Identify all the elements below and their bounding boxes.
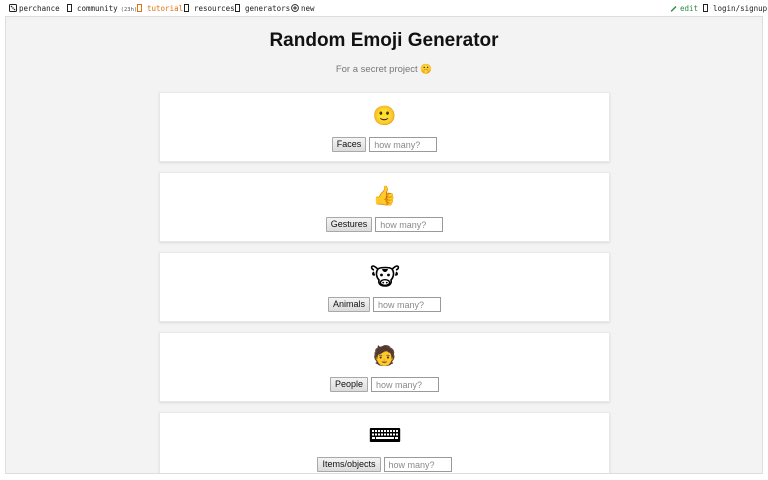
- emoji-card-people: 🧑 People: [159, 332, 610, 402]
- generator-output-frame: Random Emoji Generator For a secret proj…: [5, 16, 763, 474]
- keyboard-emoji-icon: [369, 425, 401, 447]
- emoji-controls-people: People: [160, 377, 609, 393]
- nav-resources-label: resources: [194, 4, 235, 13]
- nav-community-label: community: [77, 4, 118, 13]
- person-emoji-icon: 🧑: [372, 345, 397, 367]
- user-icon: [703, 4, 710, 12]
- top-nav-bar: perchance community (23h) tutorial resour…: [0, 0, 768, 16]
- gestures-generate-button[interactable]: Gestures: [325, 217, 373, 232]
- animals-count-input[interactable]: [373, 297, 441, 312]
- nav-edit-label: edit: [680, 4, 699, 13]
- emoji-output-people: 🧑: [160, 344, 609, 368]
- people-count-input[interactable]: [371, 377, 440, 392]
- animals-generate-button[interactable]: Animals: [327, 297, 370, 312]
- emoji-output-animals: [160, 264, 609, 288]
- community-activity-badge: (23h): [120, 7, 138, 13]
- emoji-controls-gestures: Gestures: [160, 217, 609, 233]
- pencil-icon: [670, 4, 677, 12]
- emoji-card-items-objects: Items/objects: [159, 412, 610, 473]
- faces-generate-button[interactable]: Faces: [331, 137, 367, 152]
- book-icon: [137, 4, 144, 12]
- plus-circle-icon: [291, 4, 299, 12]
- emoji-card-gestures: 👍 Gestures: [159, 172, 610, 242]
- face-emoji-icon: 🙂: [372, 105, 397, 127]
- faces-count-input[interactable]: [369, 137, 438, 152]
- emoji-output-items-objects: [160, 424, 609, 448]
- nav-tutorial-label: tutorial: [147, 4, 184, 13]
- nav-resources-link[interactable]: resources: [184, 3, 235, 14]
- list-icon: [235, 4, 242, 12]
- page-subtitle: For a secret project 🤫: [335, 64, 433, 75]
- emoji-output-faces: 🙂: [160, 104, 609, 128]
- nav-generators-link[interactable]: generators: [235, 3, 290, 14]
- cow-face-emoji-icon: [370, 265, 400, 287]
- page-title: Random Emoji Generator: [269, 30, 499, 51]
- nav-tutorial-link[interactable]: tutorial: [137, 3, 183, 14]
- nav-community-link[interactable]: community (23h): [67, 3, 137, 14]
- nav-brand-label: perchance: [19, 4, 60, 13]
- emoji-controls-faces: Faces: [160, 137, 609, 153]
- nav-login-label: login/signup: [713, 4, 768, 13]
- gestures-count-input[interactable]: [375, 217, 444, 232]
- emoji-output-gestures: 👍: [160, 184, 609, 208]
- items-objects-generate-button[interactable]: Items/objects: [317, 457, 381, 472]
- emoji-card-animals: Animals: [159, 252, 610, 322]
- gesture-emoji-icon: 👍: [372, 185, 397, 207]
- emoji-card-faces: 🙂 Faces: [159, 92, 610, 162]
- items-objects-count-input[interactable]: [383, 457, 452, 472]
- toolbox-icon: [184, 4, 191, 12]
- nav-new-link[interactable]: new: [291, 3, 315, 14]
- dice-icon: [9, 4, 17, 12]
- chat-icon: [67, 4, 74, 12]
- nav-home-link[interactable]: perchance: [9, 3, 60, 14]
- people-generate-button[interactable]: People: [329, 377, 369, 392]
- emoji-controls-animals: Animals: [160, 297, 609, 313]
- nav-new-label: new: [301, 4, 315, 13]
- nav-edit-link[interactable]: edit: [670, 3, 698, 14]
- nav-generators-label: generators: [245, 4, 291, 13]
- nav-login-link[interactable]: login/signup: [703, 3, 767, 14]
- emoji-controls-items-objects: Items/objects: [160, 457, 609, 473]
